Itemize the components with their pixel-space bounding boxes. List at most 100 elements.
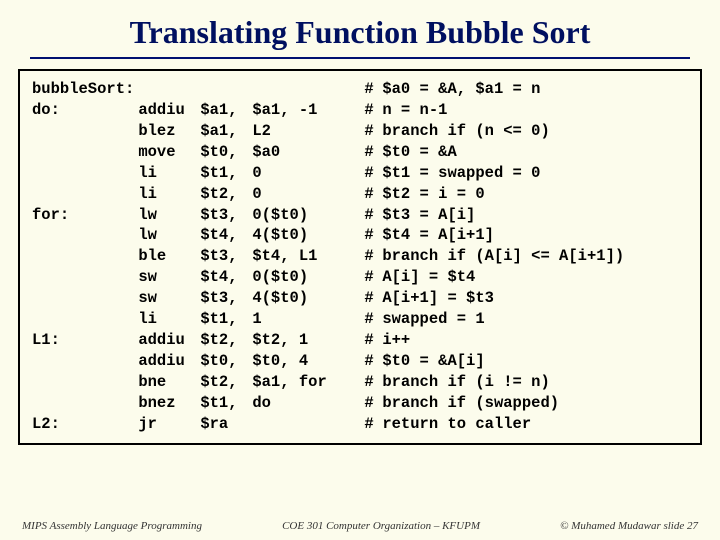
code-reg: $t1, <box>200 163 252 184</box>
code-reg: $t3, <box>200 205 252 226</box>
code-row: sw$t3,4($t0)#A[i+1] = $t3 <box>32 288 688 309</box>
code-hash: # <box>364 142 382 163</box>
code-row: sw$t4,0($t0)#A[i] = $t4 <box>32 267 688 288</box>
code-label <box>32 225 138 246</box>
code-arg: $t4, L1 <box>252 246 364 267</box>
code-row: bubbleSort: #$a0 = &A, $a1 = n <box>32 79 688 100</box>
code-label <box>32 163 138 184</box>
code-row: li$t1,0#$t1 = swapped = 0 <box>32 163 688 184</box>
code-arg: $a1, for <box>252 372 364 393</box>
code-hash: # <box>364 121 382 142</box>
code-comment: $t1 = swapped = 0 <box>382 163 688 184</box>
code-label: L2: <box>32 414 138 435</box>
code-hash: # <box>364 351 382 372</box>
code-instr: li <box>138 309 200 330</box>
footer-right: © Muhamed Mudawar slide 27 <box>560 520 698 532</box>
code-instr: lw <box>138 225 200 246</box>
code-arg: 0($t0) <box>252 267 364 288</box>
code-row: L2:jr$ra#return to caller <box>32 414 688 435</box>
code-row: do:addiu$a1,$a1, -1#n = n-1 <box>32 100 688 121</box>
code-instr: li <box>138 163 200 184</box>
code-row: for:lw$t3,0($t0)#$t3 = A[i] <box>32 205 688 226</box>
code-reg: $t4, <box>200 267 252 288</box>
code-arg: 0 <box>252 163 364 184</box>
code-reg: $t1, <box>200 309 252 330</box>
code-arg: $t0, 4 <box>252 351 364 372</box>
code-label <box>32 121 138 142</box>
code-label: L1: <box>32 330 138 351</box>
code-instr <box>138 79 200 100</box>
code-hash: # <box>364 309 382 330</box>
code-instr: addiu <box>138 351 200 372</box>
code-comment: branch if (n <= 0) <box>382 121 688 142</box>
code-instr: blez <box>138 121 200 142</box>
code-row: move$t0,$a0#$t0 = &A <box>32 142 688 163</box>
code-reg: $t2, <box>200 330 252 351</box>
code-instr: lw <box>138 205 200 226</box>
code-hash: # <box>364 246 382 267</box>
code-instr: sw <box>138 267 200 288</box>
code-reg <box>200 79 252 100</box>
code-row: bne$t2,$a1, for#branch if (i != n) <box>32 372 688 393</box>
code-arg: 1 <box>252 309 364 330</box>
code-label <box>32 142 138 163</box>
code-hash: # <box>364 330 382 351</box>
code-row: ble$t3,$t4, L1#branch if (A[i] <= A[i+1]… <box>32 246 688 267</box>
code-arg: 4($t0) <box>252 225 364 246</box>
code-label <box>32 246 138 267</box>
code-hash: # <box>364 288 382 309</box>
code-label <box>32 393 138 414</box>
code-arg: $a1, -1 <box>252 100 364 121</box>
code-hash: # <box>364 372 382 393</box>
code-reg: $t2, <box>200 184 252 205</box>
code-comment: A[i] = $t4 <box>382 267 688 288</box>
code-label: bubbleSort: <box>32 79 138 100</box>
code-reg: $t3, <box>200 246 252 267</box>
code-comment: $t2 = i = 0 <box>382 184 688 205</box>
code-comment: $t4 = A[i+1] <box>382 225 688 246</box>
code-arg: 0 <box>252 184 364 205</box>
code-row: bnez$t1,do#branch if (swapped) <box>32 393 688 414</box>
code-instr: sw <box>138 288 200 309</box>
code-comment: $t3 = A[i] <box>382 205 688 226</box>
code-reg: $t3, <box>200 288 252 309</box>
title-underline <box>30 57 690 59</box>
code-arg: 4($t0) <box>252 288 364 309</box>
code-comment: branch if (i != n) <box>382 372 688 393</box>
code-comment: $t0 = &A <box>382 142 688 163</box>
code-comment: branch if (A[i] <= A[i+1]) <box>382 246 688 267</box>
code-listing: bubbleSort:#$a0 = &A, $a1 = ndo:addiu$a1… <box>32 79 688 435</box>
footer-center: COE 301 Computer Organization – KFUPM <box>282 520 480 532</box>
code-comment: $a0 = &A, $a1 = n <box>382 79 688 100</box>
code-comment: branch if (swapped) <box>382 393 688 414</box>
code-hash: # <box>364 184 382 205</box>
code-instr: addiu <box>138 100 200 121</box>
code-instr: li <box>138 184 200 205</box>
code-label <box>32 309 138 330</box>
code-reg: $t2, <box>200 372 252 393</box>
code-reg: $t0, <box>200 142 252 163</box>
code-label <box>32 267 138 288</box>
code-comment: n = n-1 <box>382 100 688 121</box>
code-instr: ble <box>138 246 200 267</box>
code-label <box>32 372 138 393</box>
code-comment: return to caller <box>382 414 688 435</box>
code-row: blez$a1,L2#branch if (n <= 0) <box>32 121 688 142</box>
code-hash: # <box>364 267 382 288</box>
code-label: do: <box>32 100 138 121</box>
code-hash: # <box>364 205 382 226</box>
code-comment: i++ <box>382 330 688 351</box>
code-arg <box>252 414 364 435</box>
code-hash: # <box>364 79 382 100</box>
code-row: addiu$t0,$t0, 4#$t0 = &A[i] <box>32 351 688 372</box>
code-hash: # <box>364 100 382 121</box>
code-label: for: <box>32 205 138 226</box>
code-instr: move <box>138 142 200 163</box>
code-arg: $a0 <box>252 142 364 163</box>
code-arg: L2 <box>252 121 364 142</box>
code-instr: jr <box>138 414 200 435</box>
code-row: li$t1,1#swapped = 1 <box>32 309 688 330</box>
code-hash: # <box>364 163 382 184</box>
code-row: li$t2,0#$t2 = i = 0 <box>32 184 688 205</box>
code-comment: A[i+1] = $t3 <box>382 288 688 309</box>
